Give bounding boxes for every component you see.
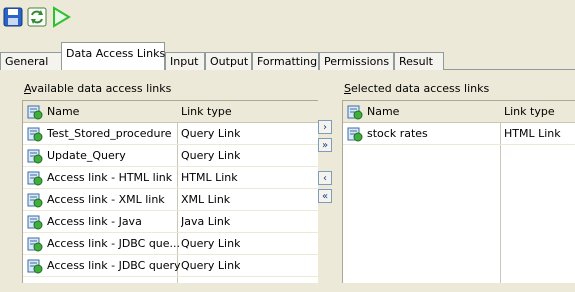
link-type-cell: Query Link: [181, 127, 241, 140]
available-links-label: Available data access links: [24, 82, 172, 95]
link-type-cell: Query Link: [181, 149, 241, 162]
link-icon: [27, 259, 43, 274]
link-icon-cell: [25, 233, 45, 254]
link-type-cell: Query Link: [181, 259, 241, 272]
link-icon-cell: [25, 167, 45, 188]
table-row[interactable]: Update_Query Query Link: [23, 145, 318, 167]
tab-label: Formatting: [257, 55, 318, 68]
table-row[interactable]: Access link - XML link XML Link: [23, 189, 318, 211]
column-header-link-type[interactable]: Link type: [504, 101, 555, 122]
link-name-cell: Access link - JDBC query: [47, 259, 181, 272]
tab-permissions[interactable]: Permissions: [319, 52, 394, 70]
save-button[interactable]: [2, 5, 24, 29]
link-type-cell: Java Link: [181, 215, 231, 228]
remove-all-button[interactable]: «: [318, 189, 332, 203]
link-icon-cell: [25, 123, 45, 144]
link-icon-cell: [25, 189, 45, 210]
selected-links-table[interactable]: Name Link type stock rates HTML Link: [342, 100, 575, 283]
link-name-cell: Test_Stored_procedure: [47, 127, 172, 140]
link-type-cell: Query Link: [181, 237, 241, 250]
link-icon: [27, 237, 43, 252]
column-header-name[interactable]: Name: [47, 101, 79, 122]
tab-label: Permissions: [324, 55, 390, 68]
run-icon: [53, 6, 71, 28]
column-header-name[interactable]: Name: [367, 101, 399, 122]
link-icon-cell: [25, 211, 45, 232]
link-name-cell: Access link - Java: [47, 215, 142, 228]
link-icon: [27, 193, 43, 208]
link-icon: [27, 127, 43, 142]
tab-result[interactable]: Result: [394, 52, 444, 70]
link-icon: [25, 101, 45, 122]
link-icon-cell: [25, 255, 45, 276]
table-row[interactable]: Access link - Java Java Link: [23, 211, 318, 233]
save-icon: [3, 7, 23, 27]
link-name-cell: Access link - HTML link: [47, 171, 173, 184]
tab-data-access-links[interactable]: Data Access Links: [61, 42, 165, 70]
tab-input[interactable]: Input: [165, 52, 205, 70]
tab-general[interactable]: General: [0, 52, 62, 70]
add-all-button[interactable]: »: [318, 138, 332, 152]
tab-formatting[interactable]: Formatting: [252, 52, 319, 70]
column-header-link-type[interactable]: Link type: [181, 101, 232, 122]
refresh-icon: [27, 7, 47, 27]
table-header: Name Link type: [23, 101, 318, 123]
tab-panel: Available data access links Selected dat…: [0, 70, 575, 292]
link-icon-cell: [345, 123, 365, 144]
tab-output[interactable]: Output: [205, 52, 252, 70]
tab-label: Result: [399, 55, 433, 68]
link-icon: [27, 105, 43, 120]
link-type-cell: HTML Link: [504, 127, 561, 140]
toolbar: [0, 0, 575, 36]
remove-selected-button[interactable]: ‹: [318, 171, 332, 185]
add-selected-button[interactable]: ›: [318, 120, 332, 134]
link-name-cell: stock rates: [367, 127, 428, 140]
table-row[interactable]: Access link - JDBC que... Query Link: [23, 233, 318, 255]
link-type-cell: HTML Link: [181, 171, 238, 184]
table-row[interactable]: Access link - JDBC query Query Link: [23, 255, 318, 277]
table-row[interactable]: Test_Stored_procedure Query Link: [23, 123, 318, 145]
table-header: Name Link type: [343, 101, 575, 123]
link-name-cell: Access link - XML link: [47, 193, 165, 206]
tab-label: Input: [170, 55, 199, 68]
tab-label: Data Access Links: [66, 47, 166, 60]
link-icon: [347, 105, 363, 120]
link-name-cell: Update_Query: [47, 149, 126, 162]
table-row[interactable]: stock rates HTML Link: [343, 123, 575, 145]
link-icon: [347, 127, 363, 142]
refresh-button[interactable]: [26, 5, 48, 29]
selected-links-label: Selected data access links: [344, 82, 490, 95]
table-row[interactable]: Access link - HTML link HTML Link: [23, 167, 318, 189]
link-icon: [345, 101, 365, 122]
run-button[interactable]: [50, 5, 72, 29]
link-type-cell: XML Link: [181, 193, 231, 206]
tab-label: General: [5, 55, 49, 68]
available-links-table[interactable]: Name Link type Test_Stored_procedure Quer…: [22, 100, 318, 283]
link-name-cell: Access link - JDBC que...: [47, 237, 181, 250]
tab-label: Output: [210, 55, 249, 68]
link-icon: [27, 171, 43, 186]
link-icon: [27, 215, 43, 230]
link-icon-cell: [25, 145, 45, 166]
link-icon: [27, 149, 43, 164]
tab-strip: General Data Access Links Input Output F…: [0, 36, 575, 70]
